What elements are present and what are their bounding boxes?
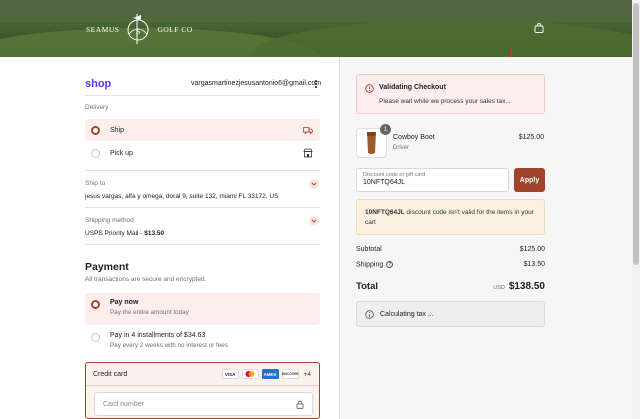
delivery-option-label: Ship <box>110 126 125 134</box>
shipping-row: Shipping? $13.50 <box>356 261 545 268</box>
checkout-form: shop vargasmartinezjesusantonio6@gmail.c… <box>0 57 339 419</box>
product-variant: Driver <box>393 145 409 151</box>
card-brand-list: VISA AMEX DISCOVER +4 <box>219 369 311 379</box>
payment-title: Payment <box>85 261 129 273</box>
shipping-method-name: USPS Priority Mail - <box>85 230 145 237</box>
credit-card-section[interactable]: Credit card VISA AMEX DISCOVER +4 Card n… <box>85 362 320 419</box>
order-summary: Validating Checkout Please wait while we… <box>339 57 632 419</box>
discount-code-label: Discount code or gift card <box>363 172 426 178</box>
scrollbar-thumb[interactable] <box>633 3 639 265</box>
radio-ship[interactable] <box>91 125 100 135</box>
card-number-placeholder: Card number <box>103 400 144 408</box>
payment-option-subtitle: Pay every 2 weeks with no interest or fe… <box>110 342 228 349</box>
shipping-method-label: Shipping method <box>85 217 134 224</box>
payment-option-title: Pay in 4 installments of $34.63 <box>110 332 206 339</box>
store-icon <box>303 148 313 158</box>
amex-icon: AMEX <box>261 369 279 379</box>
mastercard-icon <box>241 369 259 379</box>
ship-to-address: jesus vargas, alfa y omega, doral 9, sui… <box>85 193 279 200</box>
shipping-method-value: USPS Priority Mail - $13.50 <box>85 230 164 237</box>
brand-word-left: SEAMUS <box>86 24 120 34</box>
shipping-value: $13.50 <box>523 261 545 268</box>
brand-word-right: GOLF CO <box>157 24 193 34</box>
discount-code-value: 10NFTQ64JL <box>363 179 406 186</box>
more-card-brands: +4 <box>303 370 311 378</box>
discover-icon: DISCOVER <box>281 369 299 379</box>
currency-code: USD <box>493 285 505 291</box>
apply-discount-button[interactable]: Apply <box>514 168 545 192</box>
truck-icon <box>303 127 313 134</box>
product-price: $125.00 <box>518 134 544 141</box>
delivery-option-ship[interactable]: Ship <box>85 119 320 141</box>
delivery-option-label: Pick up <box>110 149 133 157</box>
validating-checkout-alert: Validating Checkout Please wait while we… <box>356 74 545 114</box>
golf-emblem-icon: S <box>127 14 149 44</box>
warning-code: 10NFTQ64JL <box>365 209 405 216</box>
info-icon <box>365 309 374 319</box>
shipping-method-price: $13.50 <box>144 230 165 237</box>
alert-message: Please wait while we process your sales … <box>379 98 511 105</box>
subtotal-label: Subtotal <box>356 246 382 253</box>
subtotal-row: Subtotal $125.00 <box>356 246 545 253</box>
shipping-label: Shipping <box>356 261 384 269</box>
product-quantity-badge: 1 <box>380 124 391 135</box>
card-number-input[interactable]: Card number <box>94 392 313 416</box>
radio-pay-now[interactable] <box>91 300 100 309</box>
total-row: Total USD $138.50 <box>356 281 545 292</box>
chevron-down-icon <box>311 182 317 186</box>
credit-card-label: Credit card <box>93 370 128 378</box>
shipping-method-expand-button[interactable] <box>309 216 319 226</box>
account-email: vargasmartinezjesusantonio6@gmail.com <box>191 80 322 87</box>
header-background-hill <box>250 20 632 57</box>
chevron-down-icon <box>311 219 317 223</box>
total-value: $138.50 <box>508 281 545 292</box>
visa-icon: VISA <box>221 369 239 379</box>
golf-flag-decoration <box>510 49 512 57</box>
subtotal-value: $125.00 <box>519 246 545 253</box>
payment-subtitle: All transactions are secure and encrypte… <box>85 276 207 283</box>
payment-option-title: Pay now <box>110 299 139 306</box>
discount-warning: 10NFTQ64JL discount code isn't valid for… <box>356 199 545 235</box>
divider <box>85 207 320 208</box>
divider <box>85 170 320 171</box>
ship-to-label: Ship to <box>85 180 106 187</box>
delivery-option-pickup[interactable]: Pick up <box>85 142 320 164</box>
ship-to-expand-button[interactable] <box>309 179 319 189</box>
radio-installments[interactable] <box>91 333 100 342</box>
account-menu-icon[interactable] <box>314 80 318 88</box>
product-name: Cowboy Boot <box>393 134 435 141</box>
store-header: SEAMUS S GOLF CO <box>0 0 632 57</box>
page-scrollbar[interactable] <box>632 0 640 419</box>
radio-pickup[interactable] <box>91 148 100 158</box>
payment-option-subtitle: Pay the entire amount today <box>110 309 189 316</box>
svg-text:S: S <box>136 27 140 36</box>
delivery-label: Delivery <box>85 104 109 111</box>
lock-icon <box>296 400 304 409</box>
help-icon[interactable]: ? <box>386 261 394 268</box>
divider <box>85 95 320 96</box>
payment-option-installments[interactable]: Pay in 4 installments of $34.63 Pay ever… <box>85 326 320 358</box>
shopping-bag-icon[interactable] <box>534 23 544 33</box>
alert-circle-icon <box>365 84 374 93</box>
tax-status-box: Calculating tax ... <box>356 301 545 327</box>
credit-card-header[interactable]: Credit card VISA AMEX DISCOVER +4 <box>86 363 319 386</box>
shop-pay-logo: shop <box>85 78 112 90</box>
alert-title: Validating Checkout <box>379 84 446 91</box>
discount-code-input[interactable]: Discount code or gift card 10NFTQ64JL <box>356 168 509 192</box>
payment-option-pay-now[interactable]: Pay now Pay the entire amount today <box>85 293 320 325</box>
store-logo[interactable]: SEAMUS S GOLF CO <box>86 12 193 46</box>
divider <box>85 244 320 245</box>
tax-status-text: Calculating tax ... <box>380 310 434 318</box>
total-label: Total <box>356 281 378 292</box>
